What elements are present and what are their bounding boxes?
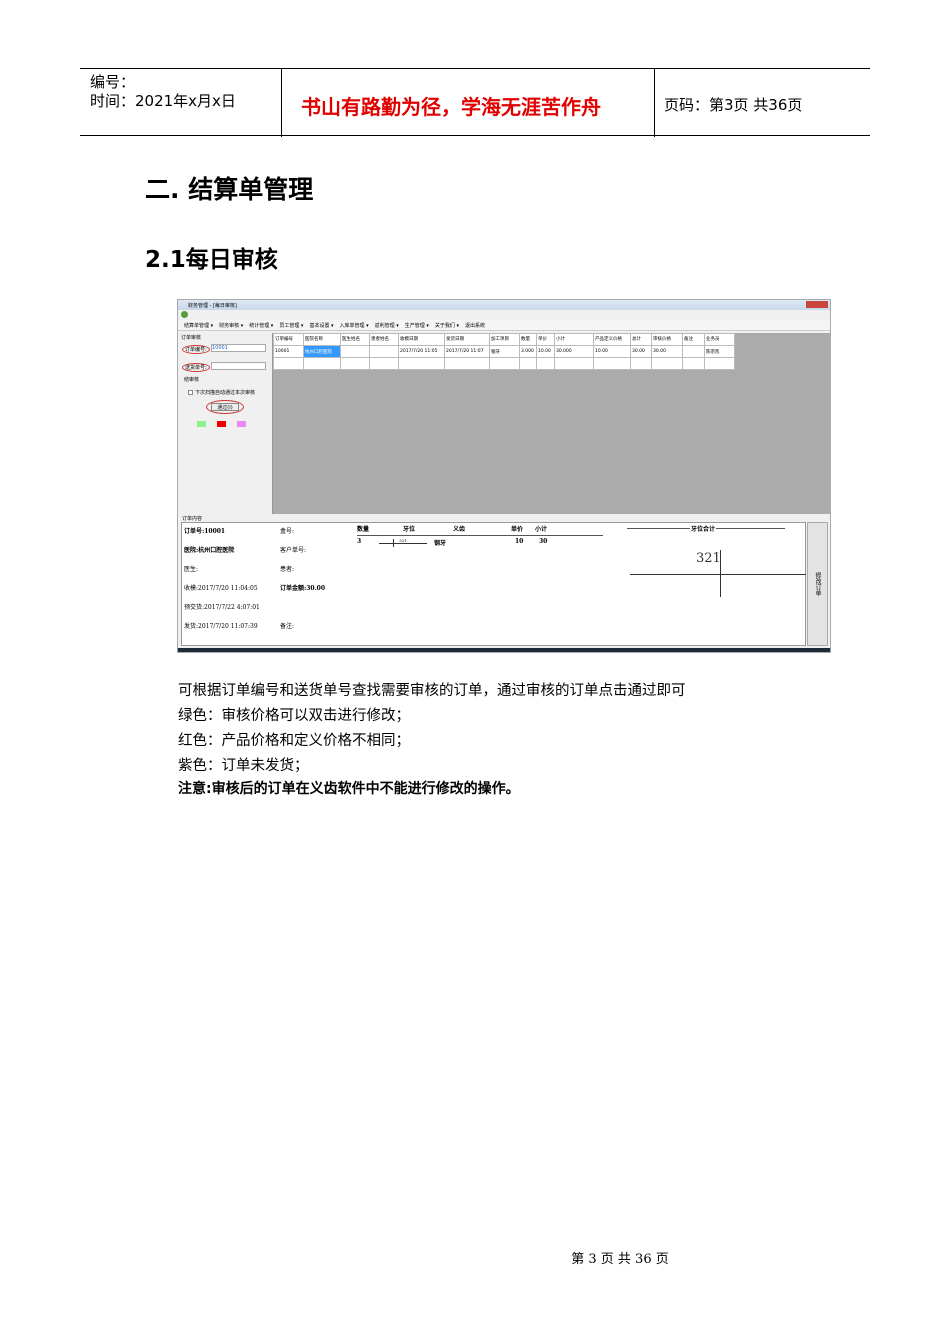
title-bar: 财务管理 - [每日审核] [178,300,830,310]
column-header[interactable]: 总计 [630,333,652,346]
left-panel: 订单审核 订单编号: 10001 送货单号: 结审核 下次扫描自动通过本次审核 … [178,333,273,514]
column-header[interactable]: 患者姓名 [369,333,399,346]
tooth-total-value: 321 [696,551,721,566]
menu-bar: 结算单管理 ▾ 财务审核 ▾ 统计管理 ▾ 员工管理 ▾ 基本设置 ▾ 入库单管理 ▾ 返利… [178,320,830,331]
table-cell[interactable]: 3.000 [519,345,537,358]
legend-red [217,421,226,427]
auto-pass-checkbox[interactable]: 下次扫描自动通过本次审核 [188,389,255,396]
paragraph-red: 红色：产品价格和定义价格不相同； [178,733,410,749]
app-screenshot: 财务管理 - [每日审核] 结算单管理 ▾ 财务审核 ▾ 统计管理 ▾ 员工管理 ▾ 基… [177,299,831,653]
detail-order-no: 订单号:10001 [184,528,226,535]
menu-item[interactable]: 统计管理 ▾ [249,322,273,329]
item-headers: 数量 牙位 义齿 单价 小计 [357,524,603,536]
column-header[interactable]: 备注 [682,333,705,346]
detail-pre-delivery: 预交货:2017/7/22 4:07:01 [184,604,260,611]
column-header[interactable]: 医生姓名 [340,333,370,346]
delivery-no-input[interactable] [211,362,266,370]
table-cell[interactable]: 30.00 [630,345,652,358]
order-grid-area: 订单编号 医院名称 医生姓名 患者姓名 收模日期 发货日期 加工项目 数量 单价 小计 产品定义价格… [273,333,830,514]
table-row: 10001 杭州口腔医院 2017/7/20 11:05 2017/7/20 11:0… [273,345,735,358]
detail-remark: 备注: [280,623,295,630]
paragraph-green: 绿色：审核价格可以双击进行修改； [178,708,410,724]
result-label: 结审核 [184,377,200,383]
grid-header-row: 订单编号 医院名称 医生姓名 患者姓名 收模日期 发货日期 加工项目 数量 单价 小计 产品定义价格… [273,333,735,346]
tooth-total-label: 牙位合计 [690,524,717,533]
edit-order-button[interactable]: 修改订单 [807,522,828,646]
table-row-empty [273,357,735,370]
menu-item[interactable]: 退出系统 [465,322,485,329]
checkbox-label: 下次扫描自动通过本次审核 [195,390,256,396]
column-header[interactable]: 发货日期 [444,333,490,346]
column-header[interactable]: 小计 [554,333,594,346]
subsection-title: 2.1每日审核 [145,247,278,273]
window-title: 财务管理 - [每日审核] [188,303,237,309]
column-header[interactable]: 业务员 [704,333,735,346]
order-grid: 订单编号 医院名称 医生姓名 患者姓名 收模日期 发货日期 加工项目 数量 单价 小计 产品定义价格… [273,333,735,370]
table-cell[interactable] [340,345,370,358]
table-cell[interactable]: 10001 [273,345,304,358]
order-no-label: 订单编号: [182,345,210,354]
delivery-no-label: 送货单号: [182,363,210,372]
menu-item[interactable]: 生产管理 ▾ [405,322,429,329]
order-detail-panel: 订单内容 订单号:10001 盒号: 医院:杭州口腔医院 客户单号: 医生: 患… [178,514,830,648]
section-title: 二. 结算单管理 [145,175,314,204]
detail-panel-label: 订单内容 [182,516,203,522]
menu-item[interactable]: 结算单管理 ▾ [184,322,213,329]
table-cell[interactable] [369,345,399,358]
pass-button[interactable]: 通过(I) [211,403,239,411]
table-cell[interactable]: 30.000 [554,345,594,358]
table-cell[interactable]: 30.00 [651,345,683,358]
paragraph-intro: 可根据订单编号和送货单号查找需要审核的订单，通过审核的订单点击通过即可 [178,683,686,699]
table-cell[interactable] [682,345,705,358]
table-cell[interactable]: 10.00 [593,345,631,358]
table-cell[interactable]: 陈宗凯 [704,345,735,358]
legend-green [197,421,206,427]
close-button[interactable] [806,301,828,308]
menu-item[interactable]: 基本设置 ▾ [309,322,333,329]
detail-delivered: 发货:2017/7/20 11:07:39 [184,623,258,630]
menu-item[interactable]: 财务审核 ▾ [219,322,243,329]
table-cell[interactable]: 杭州口腔医院 [303,345,341,358]
column-header[interactable]: 收模日期 [398,333,445,346]
table-cell[interactable]: 2017/7/20 11:05 [398,345,445,358]
detail-patient: 患者: [280,566,295,573]
column-header[interactable]: 医院名称 [303,333,341,346]
menu-item[interactable]: 返利管理 ▾ [375,322,399,329]
detail-doctor: 医生: [184,566,199,573]
doc-time-label: 时间：2021年x月x日 [90,92,236,110]
detail-hospital: 医院:杭州口腔医院 [184,547,235,554]
menu-item[interactable]: 员工管理 ▾ [279,322,303,329]
column-header[interactable]: 加工项目 [489,333,520,346]
column-header[interactable]: 单价 [536,333,555,346]
legend-purple [237,421,246,427]
header-motto: 书山有路勤为径，学海无涯苦作舟 [301,95,601,119]
table-cell[interactable]: 2017/7/20 11:07 [444,345,490,358]
group-label: 订单审核 [181,335,202,341]
doc-number-label: 编号： [90,73,136,91]
detail-box-no: 盒号: [280,528,295,535]
detail-customer-no: 客户单号: [280,547,307,554]
app-icon [181,311,188,318]
taskbar [178,648,830,652]
column-header[interactable]: 产品定义价格 [593,333,631,346]
column-header[interactable]: 订单编号 [273,333,304,346]
detail-amount: 订单金额:30.00 [280,585,326,592]
column-header[interactable]: 数量 [519,333,537,346]
detail-received: 收模:2017/7/20 11:04:05 [184,585,258,592]
page-header: 编号： 时间：2021年x月x日 书山有路勤为径，学海无涯苦作舟 页码：第3页 … [80,68,870,137]
header-page-label: 页码：第3页 共36页 [664,96,803,114]
order-no-input[interactable]: 10001 [211,344,266,352]
menu-item[interactable]: 关于我们 ▾ [435,322,459,329]
paragraph-purple: 紫色：订单未发货； [178,758,309,774]
column-header[interactable]: 审核价格 [651,333,683,346]
menu-item[interactable]: 入库单管理 ▾ [340,322,369,329]
page-footer: 第 3 页 共 36 页 [571,1252,669,1267]
table-cell[interactable]: 钢牙 [489,345,520,358]
table-cell[interactable]: 10.00 [536,345,555,358]
paragraph-note: 注意:审核后的订单在义齿软件中不能进行修改的操作。 [178,781,520,797]
